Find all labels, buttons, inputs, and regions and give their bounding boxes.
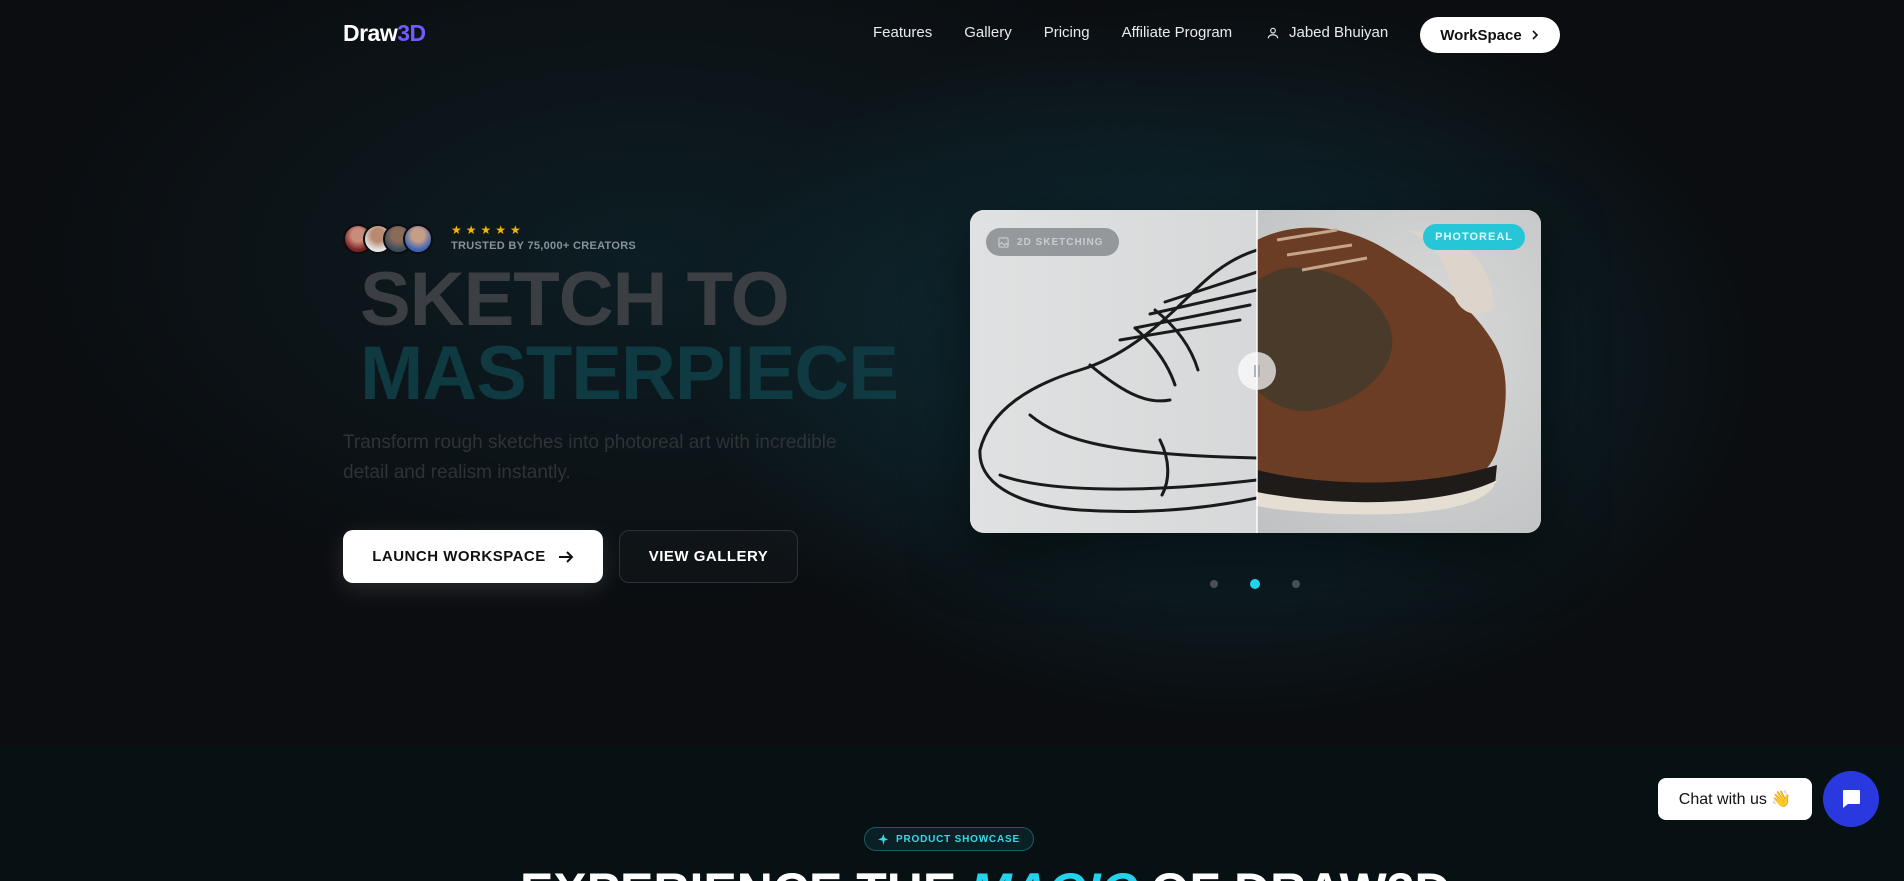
view-gallery-button[interactable]: VIEW GALLERY <box>619 530 798 583</box>
user-icon <box>1267 27 1279 38</box>
section-title: EXPERIENCE THE MAGIC OF DRAW3D <box>520 862 1451 881</box>
creator-avatars <box>343 224 433 254</box>
shoe-sketch-image <box>978 248 1259 513</box>
nav-links: Features Gallery Pricing Affiliate Progr… <box>873 24 1264 41</box>
nav-link-gallery[interactable]: Gallery <box>964 24 1012 41</box>
nav-link-affiliate[interactable]: Affiliate Program <box>1122 24 1233 41</box>
showcase-section <box>0 746 1904 881</box>
launch-workspace-button[interactable]: LAUNCH WORKSPACE <box>343 530 603 583</box>
logo-accent-text: 3D <box>397 20 426 46</box>
user-name: Jabed Bhuiyan <box>1289 24 1389 41</box>
workspace-button[interactable]: WorkSpace <box>1420 17 1560 53</box>
nav-link-features[interactable]: Features <box>873 24 932 41</box>
sketch-photoreal-comparison[interactable]: 2D SKETCHING PHOTOREAL <box>970 210 1541 533</box>
section-title-part1: EXPERIENCE THE <box>520 863 970 881</box>
carousel-dots <box>1210 579 1332 589</box>
headline-line-1: SKETCH TO <box>360 257 790 342</box>
headline-line-2: MASTERPIECE <box>360 331 899 416</box>
nav-link-pricing[interactable]: Pricing <box>1044 24 1090 41</box>
product-showcase-badge: PRODUCT SHOWCASE <box>864 827 1034 851</box>
avatar <box>403 224 433 254</box>
workspace-button-label: WorkSpace <box>1440 26 1522 44</box>
hero-subtitle: Transform rough sketches into photoreal … <box>343 432 837 483</box>
carousel-dot-3[interactable] <box>1292 580 1300 588</box>
image-icon <box>998 236 1009 248</box>
section-title-magic: MAGIC <box>970 863 1137 881</box>
hero-background <box>0 0 1904 746</box>
user-menu[interactable]: Jabed Bhuiyan <box>1266 24 1388 41</box>
chat-bubble-label: Chat with us 👋 <box>1678 791 1792 808</box>
launch-workspace-label: LAUNCH WORKSPACE <box>372 548 546 565</box>
chevron-right-icon <box>1532 30 1538 40</box>
sketch-badge-label: 2D SKETCHING <box>1017 236 1104 248</box>
logo-text: Draw <box>343 20 398 46</box>
comparison-slider-handle[interactable] <box>1238 352 1276 390</box>
sketch-side <box>970 210 1259 533</box>
photoreal-side <box>1257 210 1541 533</box>
photoreal-badge-label: PHOTOREAL <box>1435 231 1513 243</box>
carousel-dot-1[interactable] <box>1210 580 1218 588</box>
chat-icon <box>1843 790 1860 808</box>
top-nav: Draw3D Features Gallery Pricing Affiliat… <box>0 0 1904 70</box>
logo[interactable]: Draw3D <box>343 20 426 47</box>
drag-handle-icon <box>1254 365 1260 377</box>
trusted-text: TRUSTED BY 75,000+ CREATORS <box>451 240 637 252</box>
sketch-badge: 2D SKETCHING <box>986 228 1120 256</box>
carousel-dot-2[interactable] <box>1250 579 1260 589</box>
photoreal-badge: PHOTOREAL <box>1423 224 1525 250</box>
rating-stars: ★★★★★ <box>451 223 525 237</box>
arrow-right-icon <box>558 550 574 563</box>
product-showcase-label: PRODUCT SHOWCASE <box>896 833 1020 845</box>
shoe-photo-image <box>1257 227 1506 515</box>
chat-launcher-button[interactable] <box>1823 771 1879 827</box>
section-title-part2: OF DRAW3D <box>1137 863 1451 881</box>
chat-with-us-bubble[interactable]: Chat with us 👋 <box>1658 778 1812 820</box>
sparkle-icon <box>878 833 889 845</box>
view-gallery-label: VIEW GALLERY <box>648 548 769 565</box>
